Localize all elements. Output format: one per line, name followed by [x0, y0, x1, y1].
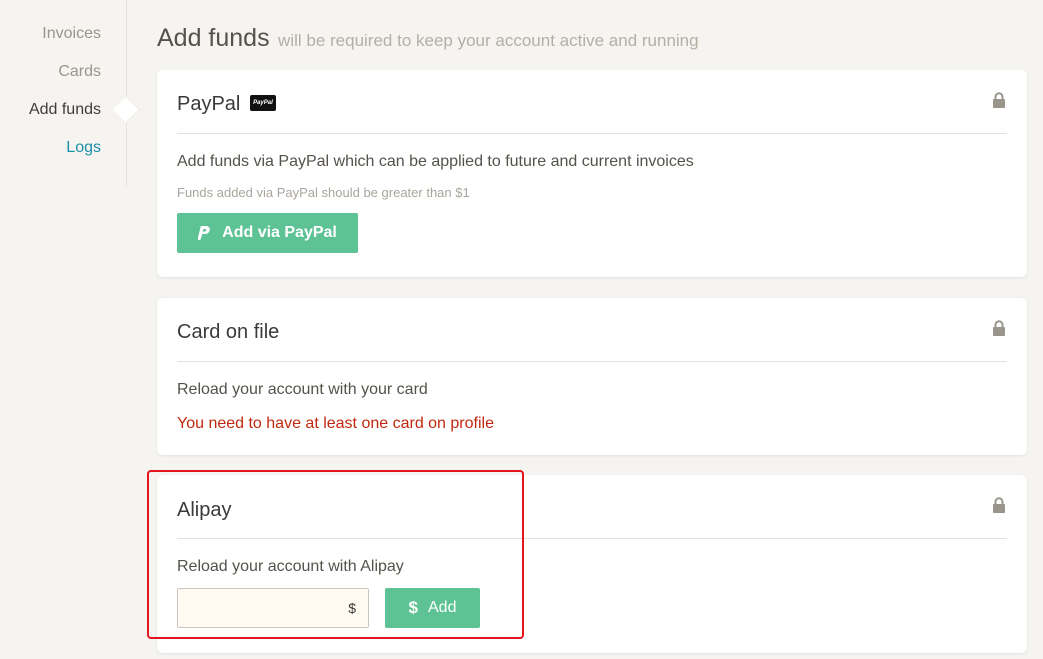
currency-symbol: $ — [348, 600, 356, 616]
page-title: Add funds — [157, 24, 270, 52]
alipay-description: Reload your account with Alipay — [177, 558, 404, 575]
card-divider — [177, 538, 1007, 539]
lock-icon — [993, 497, 1005, 513]
add-via-paypal-button[interactable]: Add via PayPal — [177, 213, 358, 253]
sidebar-item-add-funds[interactable]: Add funds — [29, 101, 101, 119]
lock-icon — [993, 92, 1005, 108]
sidebar-item-cards[interactable]: Cards — [58, 63, 101, 81]
paypal-title-text: PayPal — [177, 93, 241, 115]
dollar-icon: $ — [408, 598, 418, 617]
alipay-add-label: Add — [428, 599, 457, 616]
paypal-logo-badge: PayPal — [249, 94, 276, 111]
add-via-paypal-label: Add via PayPal — [222, 224, 337, 241]
card-divider — [177, 361, 1007, 362]
lock-icon — [993, 320, 1005, 336]
alipay-card: Alipay Reload your account with Alipay $… — [157, 475, 1027, 653]
paypal-description: Add funds via PayPal which can be applie… — [177, 153, 694, 170]
sidebar-item-invoices[interactable]: Invoices — [42, 25, 101, 43]
alipay-add-button[interactable]: $ Add — [385, 588, 480, 628]
paypal-minimum-note: Funds added via PayPal should be greater… — [177, 185, 470, 200]
alipay-amount-field[interactable]: $ — [177, 588, 369, 628]
sidebar-item-logs[interactable]: Logs — [66, 139, 101, 157]
alipay-amount-input[interactable] — [178, 589, 354, 625]
paypal-p-icon — [198, 226, 210, 240]
no-card-error-message: You need to have at least one card on pr… — [177, 415, 494, 432]
page-subtitle: will be required to keep your account ac… — [278, 31, 699, 50]
card-divider — [177, 133, 1007, 134]
card-on-file-card: Card on file Reload your account with yo… — [157, 298, 1027, 455]
sidebar-nav: Invoices Cards Add funds Logs — [0, 0, 127, 186]
page-header: Add funds will be required to keep your … — [157, 24, 699, 53]
paypal-card-title: PayPal PayPal — [177, 93, 276, 116]
alipay-title: Alipay — [177, 499, 232, 521]
paypal-card: PayPal PayPal Add funds via PayPal which… — [157, 70, 1027, 277]
card-on-file-description: Reload your account with your card — [177, 381, 428, 398]
card-on-file-title: Card on file — [177, 321, 280, 343]
